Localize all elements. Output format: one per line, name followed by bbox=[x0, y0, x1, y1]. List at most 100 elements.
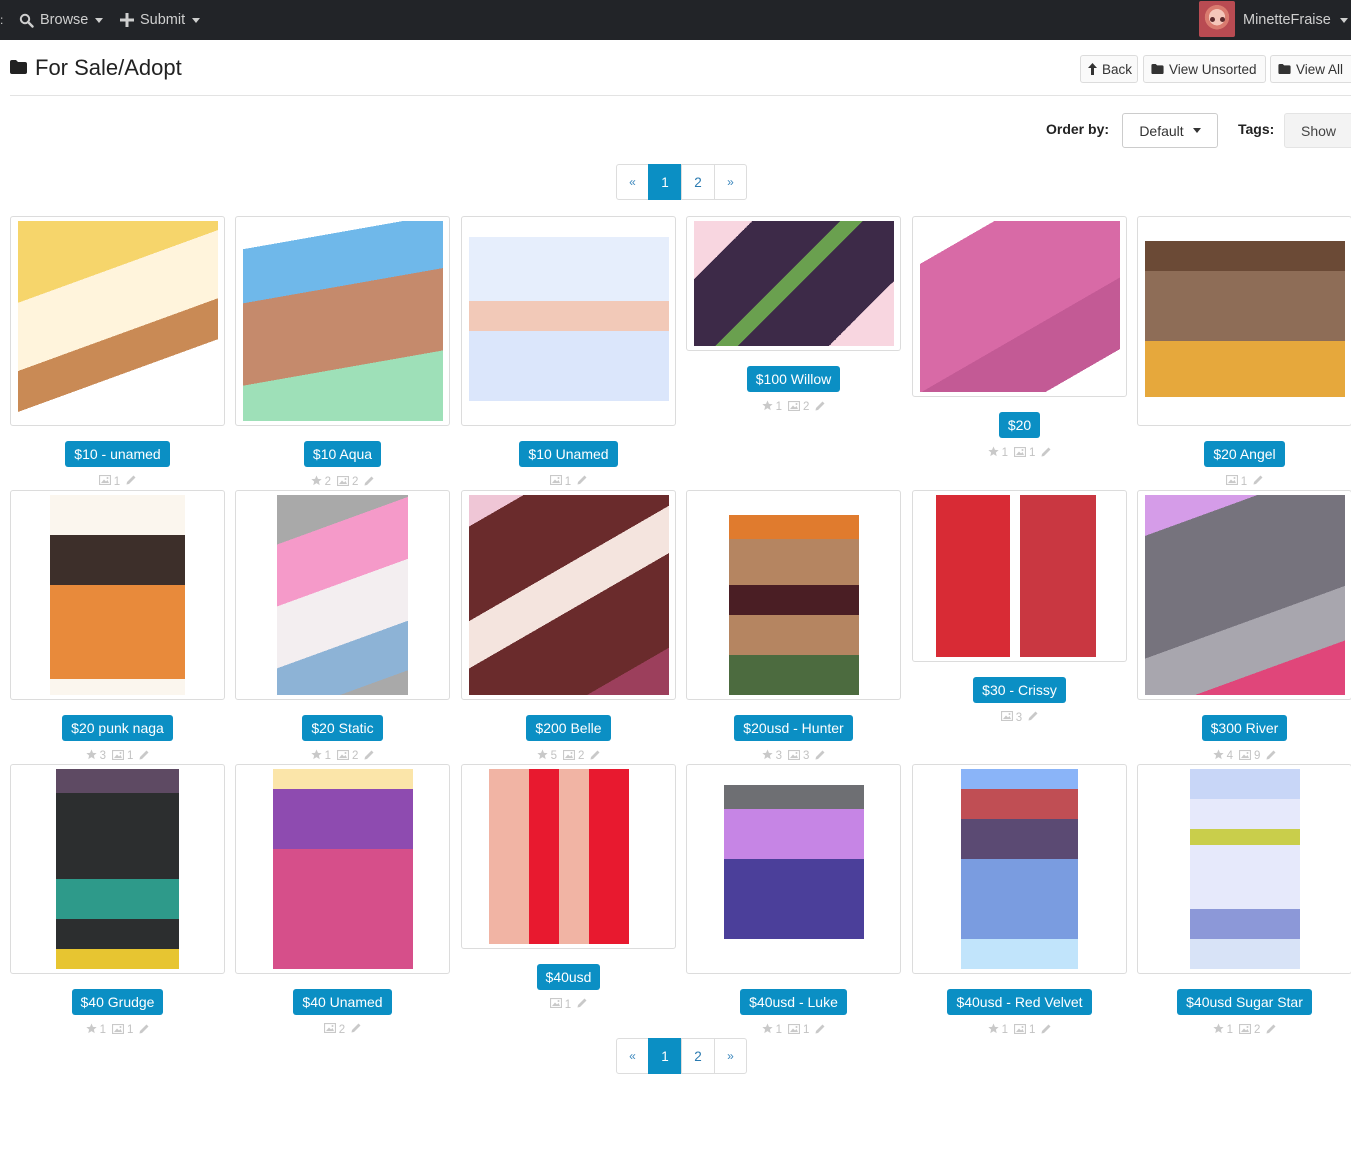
pencil-icon[interactable] bbox=[364, 476, 374, 489]
pagination-page-1[interactable]: 1 bbox=[648, 1038, 682, 1074]
tags-show-button[interactable]: Show bbox=[1284, 113, 1351, 148]
nav-edge-caret[interactable]: : bbox=[0, 0, 3, 40]
gallery-thumbnail[interactable] bbox=[1137, 764, 1351, 974]
pagination-page-1[interactable]: 1 bbox=[648, 164, 682, 200]
image-icon bbox=[336, 749, 352, 763]
gallery-item-title[interactable]: $10 - unamed bbox=[65, 441, 170, 467]
gallery-item-title[interactable]: $20 Angel bbox=[1204, 441, 1285, 467]
folder-icon bbox=[10, 59, 27, 77]
images-value: 1 bbox=[803, 1024, 810, 1036]
pencil-icon[interactable] bbox=[1253, 475, 1263, 488]
submit-menu[interactable]: Submit bbox=[120, 0, 201, 40]
pagination-next[interactable]: » bbox=[714, 164, 747, 200]
images-count: 2 bbox=[562, 749, 585, 763]
pencil-icon[interactable] bbox=[1041, 447, 1051, 460]
view-all-label: View All bbox=[1296, 61, 1344, 77]
gallery-item-title[interactable]: $40 Grudge bbox=[71, 989, 164, 1015]
gallery-item-title[interactable]: $40 Unamed bbox=[293, 989, 392, 1015]
art-thumbnail bbox=[56, 769, 179, 969]
gallery-item-title[interactable]: $30 - Crissy bbox=[973, 677, 1066, 703]
gallery-thumbnail[interactable] bbox=[10, 216, 225, 426]
pencil-icon[interactable] bbox=[815, 1024, 825, 1037]
art-thumbnail bbox=[728, 495, 859, 695]
avatar[interactable] bbox=[1199, 1, 1235, 37]
gallery-thumbnail[interactable] bbox=[461, 490, 676, 700]
image-icon bbox=[336, 475, 352, 489]
gallery-item-title[interactable]: $10 Aqua bbox=[303, 441, 382, 467]
images-count: 2 bbox=[323, 1022, 346, 1036]
gallery-thumbnail[interactable] bbox=[912, 490, 1127, 662]
pencil-icon[interactable] bbox=[815, 401, 825, 414]
pencil-icon[interactable] bbox=[1266, 1024, 1276, 1037]
gallery-item-title[interactable]: $20 punk naga bbox=[62, 715, 173, 741]
pencil-icon[interactable] bbox=[139, 1024, 149, 1037]
gallery-item-title[interactable]: $40usd Sugar Star bbox=[1177, 989, 1312, 1015]
submit-label: Submit bbox=[140, 12, 186, 28]
user-menu[interactable]: MinetteFraise bbox=[1243, 0, 1348, 40]
pencil-icon[interactable] bbox=[1266, 750, 1276, 763]
gallery-thumbnail[interactable] bbox=[235, 490, 450, 700]
gallery-item-title[interactable]: $20 Static bbox=[302, 715, 383, 741]
gallery-thumbnail[interactable] bbox=[461, 216, 676, 426]
images-count: 9 bbox=[1238, 749, 1260, 763]
gallery-thumbnail[interactable] bbox=[10, 764, 225, 974]
gallery-thumbnail[interactable] bbox=[1137, 216, 1351, 426]
pagination-prev[interactable]: « bbox=[616, 164, 649, 200]
gallery-thumbnail[interactable] bbox=[235, 764, 450, 974]
pencil-icon[interactable] bbox=[1028, 711, 1038, 724]
pagination-prev[interactable]: « bbox=[616, 1038, 649, 1074]
pagination-page-2[interactable]: 2 bbox=[681, 1038, 715, 1074]
pagination-next[interactable]: » bbox=[714, 1038, 747, 1074]
gallery-item-title[interactable]: $20 bbox=[998, 412, 1041, 438]
gallery-thumbnail[interactable] bbox=[235, 216, 450, 426]
gallery-thumbnail[interactable] bbox=[686, 490, 901, 700]
gallery-item-stats: 11 bbox=[987, 1023, 1052, 1037]
pencil-icon[interactable] bbox=[577, 475, 587, 488]
pencil-icon[interactable] bbox=[364, 750, 374, 763]
pagination-page-2[interactable]: 2 bbox=[681, 164, 715, 200]
view-unsorted-button[interactable]: View Unsorted bbox=[1143, 55, 1266, 83]
images-value: 1 bbox=[113, 475, 121, 488]
browse-menu[interactable]: Browse bbox=[19, 0, 104, 40]
images-count: 1 bbox=[98, 474, 121, 488]
gallery-item-title[interactable]: $40usd bbox=[536, 964, 601, 990]
pencil-icon[interactable] bbox=[1041, 1024, 1051, 1037]
gallery-item-title[interactable]: $20usd - Hunter bbox=[734, 715, 853, 741]
gallery-thumbnail[interactable] bbox=[686, 216, 901, 351]
images-value: 2 bbox=[578, 750, 585, 762]
images-value: 3 bbox=[1015, 711, 1023, 724]
order-by-dropdown[interactable]: Default bbox=[1122, 113, 1218, 148]
image-icon bbox=[787, 1023, 803, 1037]
star-icon bbox=[1212, 1023, 1227, 1037]
gallery-item-title[interactable]: $100 Willow bbox=[746, 366, 841, 392]
favorites-value: 1 bbox=[1001, 447, 1008, 459]
pencil-icon[interactable] bbox=[126, 475, 136, 488]
gallery-item-title[interactable]: $300 River bbox=[1201, 715, 1288, 741]
gallery-thumbnail[interactable] bbox=[1137, 490, 1351, 700]
gallery-item-title[interactable]: $40usd - Red Velvet bbox=[947, 989, 1092, 1015]
favorites-count: 3 bbox=[85, 749, 106, 763]
pencil-icon[interactable] bbox=[577, 998, 587, 1011]
pencil-icon[interactable] bbox=[815, 750, 825, 763]
pencil-icon[interactable] bbox=[590, 750, 600, 763]
pencil-icon[interactable] bbox=[351, 1023, 361, 1036]
gallery-item-title[interactable]: $200 Belle bbox=[526, 715, 611, 741]
favorites-value: 2 bbox=[324, 476, 331, 488]
gallery-item-title[interactable]: $40usd - Luke bbox=[740, 989, 847, 1015]
images-value: 1 bbox=[127, 750, 134, 762]
favorites-value: 5 bbox=[550, 750, 557, 762]
gallery-thumbnail[interactable] bbox=[912, 216, 1127, 397]
view-all-button[interactable]: View All bbox=[1270, 55, 1351, 83]
favorites-count: 1 bbox=[761, 400, 782, 414]
gallery-thumbnail[interactable] bbox=[686, 764, 901, 974]
pencil-icon[interactable] bbox=[139, 750, 149, 763]
favorites-value: 1 bbox=[324, 750, 331, 762]
chevron-down-icon bbox=[1192, 128, 1201, 133]
gallery-thumbnail[interactable] bbox=[461, 764, 676, 949]
back-button[interactable]: Back bbox=[1080, 55, 1138, 83]
images-value: 2 bbox=[338, 1023, 346, 1036]
gallery-item-title[interactable]: $10 Unamed bbox=[519, 441, 618, 467]
favorites-value: 4 bbox=[1226, 750, 1233, 762]
gallery-thumbnail[interactable] bbox=[912, 764, 1127, 974]
gallery-thumbnail[interactable] bbox=[10, 490, 225, 700]
